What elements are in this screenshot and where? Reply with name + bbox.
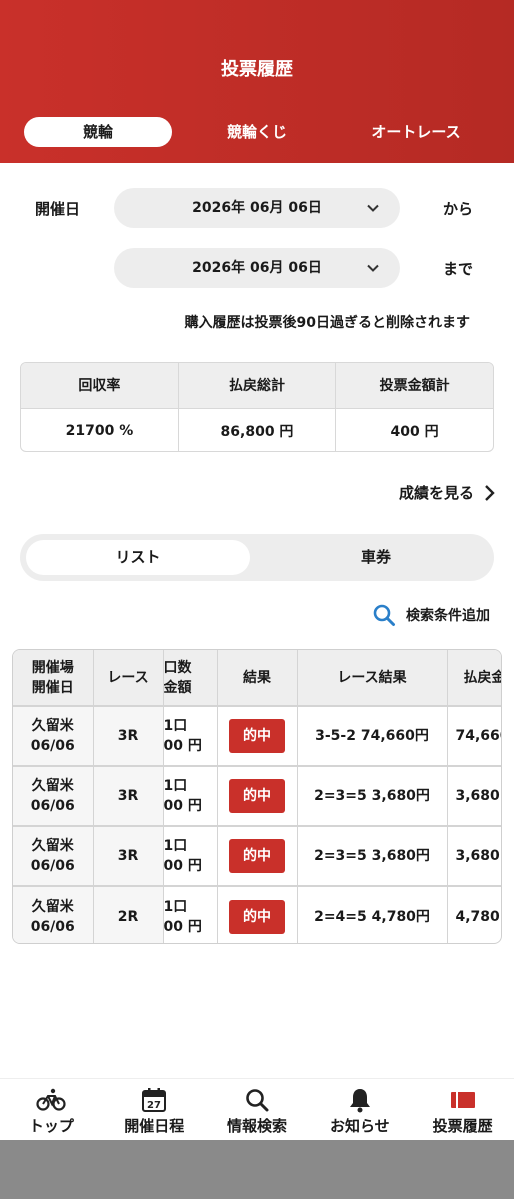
toggle-ticket[interactable]: 車券	[264, 540, 488, 575]
history-table: 開催場 開催日 レース 口数 金額 結果 レース結果 払戻金 久留米 06/06 3R…	[12, 649, 502, 944]
calendar-day: 27	[147, 1100, 161, 1111]
table-row[interactable]: 久留米 06/06 3R 1口 00 円 的中 3-5-2 74,660円 74,6…	[13, 706, 501, 767]
view-results-link[interactable]: 成績を見る	[399, 482, 496, 503]
search-icon	[246, 1089, 269, 1112]
payout-cell: 3,680	[447, 826, 501, 887]
nav-search[interactable]: 情報検索	[206, 1079, 309, 1140]
venue-cell: 久留米 06/06	[13, 826, 94, 887]
to-date-select[interactable]: 2026年 06月 06日	[114, 248, 400, 288]
summary-payout-value: 86,800 円	[178, 408, 337, 451]
race-cell: 2R	[93, 886, 164, 943]
from-date-select[interactable]: 2026年 06月 06日	[114, 188, 400, 228]
to-date-value: 2026年 06月 06日	[192, 260, 322, 276]
race-cell: 3R	[93, 826, 164, 887]
nav-top[interactable]: トップ	[0, 1079, 103, 1140]
tab-keirin-kuji[interactable]: 競輪くじ	[183, 117, 331, 147]
race-result-cell: 2=3=5 3,680円	[297, 826, 448, 887]
hit-badge: 的中	[229, 899, 285, 934]
tab-autorace[interactable]: オートレース	[342, 117, 490, 147]
summary-recovery-value: 21700 %	[21, 408, 179, 451]
summary-header-bet: 投票金額計	[335, 363, 493, 409]
bicycle-icon	[36, 1088, 66, 1111]
view-toggle: リスト 車券	[20, 534, 494, 581]
result-cell: 的中	[217, 826, 298, 887]
table-row[interactable]: 久留米 06/06 3R 1口 00 円 的中 2=3=5 3,680円 3,680	[13, 826, 501, 887]
deletion-notice: 購入履歴は投票後90日過ぎると削除されます	[184, 315, 470, 331]
nav-search-label: 情報検索	[226, 1117, 287, 1135]
chevron-down-icon	[367, 204, 379, 212]
venue-cell: 久留米 06/06	[13, 766, 94, 827]
result-cell: 的中	[217, 766, 298, 827]
ticket-icon	[450, 1092, 475, 1108]
nav-notifications-label: お知らせ	[329, 1117, 390, 1135]
table-row[interactable]: 久留米 06/06 3R 1口 00 円 的中 2=3=5 3,680円 3,680	[13, 766, 501, 827]
search-icon	[373, 604, 395, 626]
add-search-condition[interactable]: 検索条件追加	[372, 603, 490, 627]
col-result: 結果	[217, 650, 298, 707]
count-amount-cell: 1口 00 円	[163, 766, 218, 827]
table-row[interactable]: 久留米 06/06 2R 1口 00 円 的中 2=4=5 4,780円 4,780	[13, 886, 501, 943]
count-amount-cell: 1口 00 円	[163, 826, 218, 887]
hit-badge: 的中	[229, 839, 285, 873]
from-suffix: から	[443, 200, 474, 218]
race-result-cell: 2=4=5 4,780円	[297, 886, 448, 943]
summary-header-recovery: 回収率	[21, 363, 179, 409]
bell-icon	[349, 1089, 370, 1113]
hit-badge: 的中	[229, 779, 285, 813]
chevron-down-icon	[367, 264, 379, 272]
col-race-result: レース結果	[297, 650, 448, 707]
nav-top-label: トップ	[28, 1117, 74, 1135]
from-date-value: 2026年 06月 06日	[192, 200, 322, 216]
col-race: レース	[93, 650, 164, 707]
hit-badge: 的中	[229, 719, 285, 753]
date-label: 開催日	[35, 200, 81, 218]
nav-history[interactable]: 投票履歴	[411, 1079, 514, 1140]
chevron-right-icon	[485, 484, 495, 501]
add-search-condition-label: 検索条件追加	[406, 608, 490, 624]
venue-cell: 久留米 06/06	[13, 706, 94, 767]
bottom-nav: トップ 27 開催日程 情報検索 お知らせ 投票履歴	[0, 1078, 514, 1140]
race-result-cell: 2=3=5 3,680円	[297, 766, 448, 827]
race-result-cell: 3-5-2 74,660円	[297, 706, 448, 767]
count-amount-cell: 1口 00 円	[163, 706, 218, 767]
count-amount-cell: 1口 00 円	[163, 886, 218, 943]
page-title: 投票履歴	[221, 59, 293, 80]
nav-schedule[interactable]: 27 開催日程	[103, 1079, 206, 1140]
col-venue: 開催場 開催日	[13, 650, 94, 707]
result-cell: 的中	[217, 886, 298, 943]
payout-cell: 3,680	[447, 766, 501, 827]
summary-bet-value: 400 円	[390, 423, 439, 440]
app-header: 投票履歴 競輪 競輪くじ オートレース	[0, 0, 514, 163]
venue-cell: 久留米 06/06	[13, 886, 94, 943]
col-count-amount: 口数 金額	[163, 650, 218, 707]
toggle-list[interactable]: リスト	[26, 540, 250, 575]
race-cell: 3R	[93, 706, 164, 767]
payout-cell: 4,780	[447, 886, 501, 943]
col-payout: 払戻金	[447, 650, 501, 707]
summary-header-payout: 払戻総計	[178, 363, 337, 409]
race-cell: 3R	[93, 766, 164, 827]
nav-schedule-label: 開催日程	[124, 1117, 185, 1135]
payout-cell: 74,660	[447, 706, 501, 767]
calendar-icon: 27	[142, 1088, 167, 1112]
nav-history-label: 投票履歴	[432, 1117, 493, 1135]
system-navigation-bar	[0, 1140, 514, 1199]
nav-notifications[interactable]: お知らせ	[308, 1079, 411, 1140]
summary-table: 回収率 払戻総計 投票金額計 21700 % 86,800 円 400 円	[20, 362, 494, 452]
result-cell: 的中	[217, 706, 298, 767]
tab-keirin[interactable]: 競輪	[24, 117, 172, 147]
to-suffix: まで	[443, 260, 474, 278]
view-results-label: 成績を見る	[398, 484, 474, 502]
